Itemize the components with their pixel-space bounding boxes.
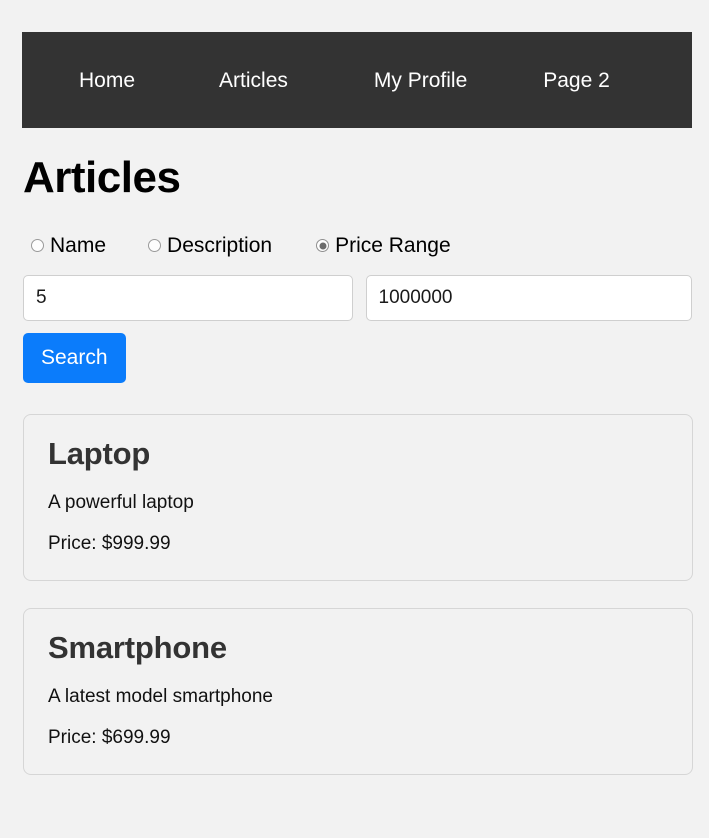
search-button[interactable]: Search xyxy=(23,333,126,384)
article-card[interactable]: Smartphone A latest model smartphone Pri… xyxy=(23,607,693,775)
article-title: Smartphone xyxy=(48,629,227,665)
article-list: Laptop A powerful laptop Price: $999.99 … xyxy=(23,414,693,775)
radio-option-name[interactable]: Name xyxy=(31,235,106,256)
page-root: Home Articles My Profile Page 2 Articles… xyxy=(0,0,709,775)
main-navigation: Home Articles My Profile Page 2 xyxy=(22,32,692,128)
page-title: Articles xyxy=(23,153,181,202)
article-description: A powerful laptop xyxy=(48,492,194,514)
radio-circle-icon[interactable] xyxy=(31,239,44,253)
min-price-input[interactable] xyxy=(23,275,353,322)
article-price: Price: $999.99 xyxy=(48,533,171,555)
nav-link-my-profile[interactable]: My Profile xyxy=(374,70,467,91)
price-range-inputs xyxy=(23,275,692,322)
radio-label-price-range: Price Range xyxy=(335,234,451,258)
radio-option-price-range[interactable]: Price Range xyxy=(316,235,451,256)
radio-option-description[interactable]: Description xyxy=(148,235,272,256)
search-mode-radio-group: Name Description Price Range xyxy=(23,235,692,256)
max-price-input[interactable] xyxy=(365,275,692,322)
nav-link-page-2[interactable]: Page 2 xyxy=(543,70,610,91)
radio-label-description: Description xyxy=(167,234,273,258)
article-title: Laptop xyxy=(48,436,151,472)
radio-circle-icon[interactable] xyxy=(148,239,162,253)
article-card[interactable]: Laptop A powerful laptop Price: $999.99 xyxy=(23,414,693,581)
radio-label-name: Name xyxy=(50,234,107,258)
nav-link-home[interactable]: Home xyxy=(79,70,135,91)
radio-circle-selected-icon[interactable] xyxy=(316,239,330,253)
article-price: Price: $699.99 xyxy=(48,726,171,748)
nav-link-articles[interactable]: Articles xyxy=(219,70,288,91)
article-description: A latest model smartphone xyxy=(48,685,273,707)
